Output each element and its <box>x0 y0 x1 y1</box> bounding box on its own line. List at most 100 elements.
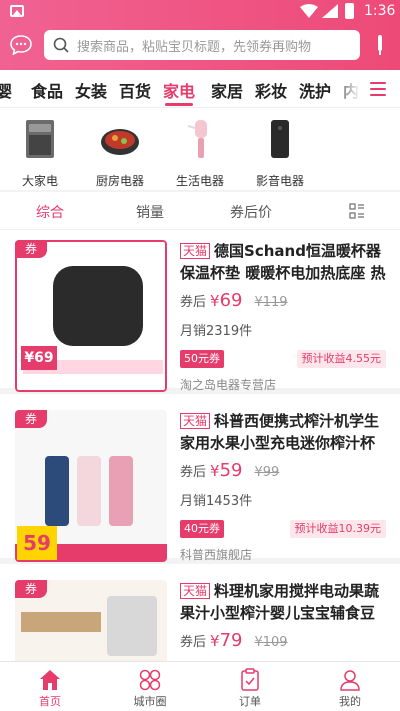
original-price: ¥109 <box>254 635 288 650</box>
tmall-badge: 天猫 <box>180 413 211 429</box>
sort-sales[interactable]: 销量 <box>136 202 164 222</box>
home-icon <box>40 670 60 690</box>
tmall-badge: 天猫 <box>180 243 211 259</box>
currency-symbol: ¥ <box>210 462 220 480</box>
image-promo-price: 59 <box>17 526 57 560</box>
search-icon <box>53 37 69 53</box>
nav-home[interactable]: 首页 <box>0 666 100 710</box>
product-title[interactable]: 天猫料理机家用搅拌电动果蔬果汁小型榨汁婴儿宝宝辅食豆浆... <box>180 580 388 624</box>
subcategory-label: 大家电 <box>21 174 58 188</box>
coupon-tag: 券 <box>15 410 47 428</box>
subcategory-label: 厨房电器 <box>95 174 144 188</box>
product-image[interactable]: ¥69 券 <box>15 240 167 392</box>
currency-symbol: ¥ <box>210 632 220 650</box>
product-photo: 59 <box>15 410 167 562</box>
speaker-icon <box>271 120 289 158</box>
tabs-fade <box>330 70 360 107</box>
sort-bar: 综合 销量 券后价 <box>0 192 400 230</box>
nav-label: 城市圈 <box>133 695 167 708</box>
subcategory-label: 影音电器 <box>255 174 304 188</box>
earnings-badge: 预计收益4.55元 <box>296 350 386 368</box>
coupon-price: 79 <box>219 630 243 651</box>
earnings-badge: 预计收益10.39元 <box>289 520 386 538</box>
product-title-text: 德国Schand恒温暖杯器保温杯垫 暖暖杯电加热底座 热牛... <box>180 242 386 282</box>
active-tab-indicator <box>165 103 193 106</box>
menu-icon[interactable] <box>370 82 386 96</box>
image-promo-price: ¥69 <box>21 346 57 370</box>
subcategory-item[interactable]: 厨房电器 <box>80 116 160 188</box>
product-image[interactable]: 59 券 <box>15 410 167 562</box>
subcategory-item[interactable]: 影音电器 <box>240 116 320 188</box>
blender-cup <box>109 456 133 526</box>
search-placeholder: 搜索商品，粘贴宝贝标题，先领券再购物 <box>77 40 312 55</box>
blender-cup <box>45 456 69 526</box>
app-screen: { "status_bar": { "time": "1:36" }, "sea… <box>0 0 400 711</box>
city-circle-icon <box>139 669 161 691</box>
coupon-tag: 券 <box>15 240 47 258</box>
nav-orders[interactable]: 订单 <box>200 666 300 710</box>
category-tab[interactable]: 洗护 <box>299 78 331 102</box>
price-label: 券后 <box>180 465 207 480</box>
price-label: 券后 <box>180 635 207 650</box>
grill-pan-icon <box>101 129 139 155</box>
bottom-nav: 首页 城市圈 订单 我的 <box>0 661 400 711</box>
category-tabs: 婴 食品 女装 百货 家电 家居 彩妆 洗护 内 <box>0 70 400 108</box>
category-tab-active[interactable]: 家电 <box>163 78 195 102</box>
status-time: 1:36 <box>364 3 396 19</box>
steamer-icon <box>187 120 207 158</box>
signal-icon <box>322 4 338 18</box>
product-title[interactable]: 天猫科普西便携式榨汁机学生家用水果小型充电迷你榨汁杯电... <box>180 410 388 454</box>
shop-name[interactable]: 科普西旗舰店 <box>180 546 252 563</box>
product-card[interactable]: ¥69 券 天猫德国Schand恒温暖杯器保温杯垫 暖暖杯电加热底座 热牛...… <box>0 230 400 394</box>
subcategory-item[interactable]: 生活电器 <box>160 116 240 188</box>
nav-label: 订单 <box>239 695 261 708</box>
nav-city-circle[interactable]: 城市圈 <box>100 666 200 710</box>
sort-comprehensive[interactable]: 综合 <box>36 202 64 222</box>
monthly-sales: 月销1453件 <box>180 494 253 509</box>
cup-warmer-plate <box>53 266 143 346</box>
subcategory-label: 生活电器 <box>175 174 224 188</box>
category-tab[interactable]: 食品 <box>31 78 63 102</box>
category-tab[interactable]: 彩妆 <box>255 78 287 102</box>
subcategory-item[interactable]: 大家电 <box>0 116 80 188</box>
search-row: 搜索商品，粘贴宝贝标题，先领券再购物 <box>0 28 400 62</box>
price-label: 券后 <box>180 295 207 310</box>
gallery-notification-icon <box>10 5 24 17</box>
layout-toggle-icon[interactable] <box>349 203 365 219</box>
search-box[interactable]: 搜索商品，粘贴宝贝标题，先领券再购物 <box>44 30 360 60</box>
coupon-badge[interactable]: 40元券 <box>180 520 224 538</box>
scan-icon[interactable] <box>374 34 386 56</box>
image-headline-block <box>21 612 101 632</box>
battery-icon <box>345 3 354 19</box>
coupon-tag: 券 <box>15 580 47 598</box>
original-price: ¥99 <box>254 465 280 480</box>
price-line: 券后 ¥79 ¥109 <box>180 630 288 651</box>
nav-label: 首页 <box>39 695 61 708</box>
blender-cup <box>77 456 101 526</box>
blender-jar <box>107 596 157 656</box>
shop-name[interactable]: 淘之岛电器专营店 <box>180 376 276 393</box>
price-line: 券后 ¥59 ¥99 <box>180 460 279 481</box>
app-header: 1:36 搜索商品，粘贴宝贝标题，先领券再购物 <box>0 0 400 70</box>
tmall-badge: 天猫 <box>180 583 211 599</box>
profile-icon <box>340 670 360 691</box>
nav-profile[interactable]: 我的 <box>300 666 400 710</box>
category-tab[interactable]: 婴 <box>0 78 12 102</box>
coupon-badge[interactable]: 50元券 <box>180 350 224 368</box>
status-bar: 1:36 <box>0 0 400 24</box>
coupon-price: 69 <box>219 290 243 311</box>
orders-icon <box>241 668 259 691</box>
coupon-price: 59 <box>219 460 243 481</box>
sort-price[interactable]: 券后价 <box>230 202 272 222</box>
wifi-icon <box>300 4 318 18</box>
currency-symbol: ¥ <box>210 292 220 310</box>
nav-label: 我的 <box>339 695 361 708</box>
category-tab[interactable]: 百货 <box>119 78 151 102</box>
product-photo: ¥69 <box>15 240 167 392</box>
product-title[interactable]: 天猫德国Schand恒温暖杯器保温杯垫 暖暖杯电加热底座 热牛... <box>180 240 388 284</box>
monthly-sales: 月销2319件 <box>180 324 253 339</box>
category-tab[interactable]: 家居 <box>211 78 243 102</box>
category-tab[interactable]: 女装 <box>75 78 107 102</box>
product-card[interactable]: 59 券 天猫科普西便携式榨汁机学生家用水果小型充电迷你榨汁杯电... 券后¥5… <box>0 400 400 564</box>
message-icon[interactable] <box>10 35 32 55</box>
